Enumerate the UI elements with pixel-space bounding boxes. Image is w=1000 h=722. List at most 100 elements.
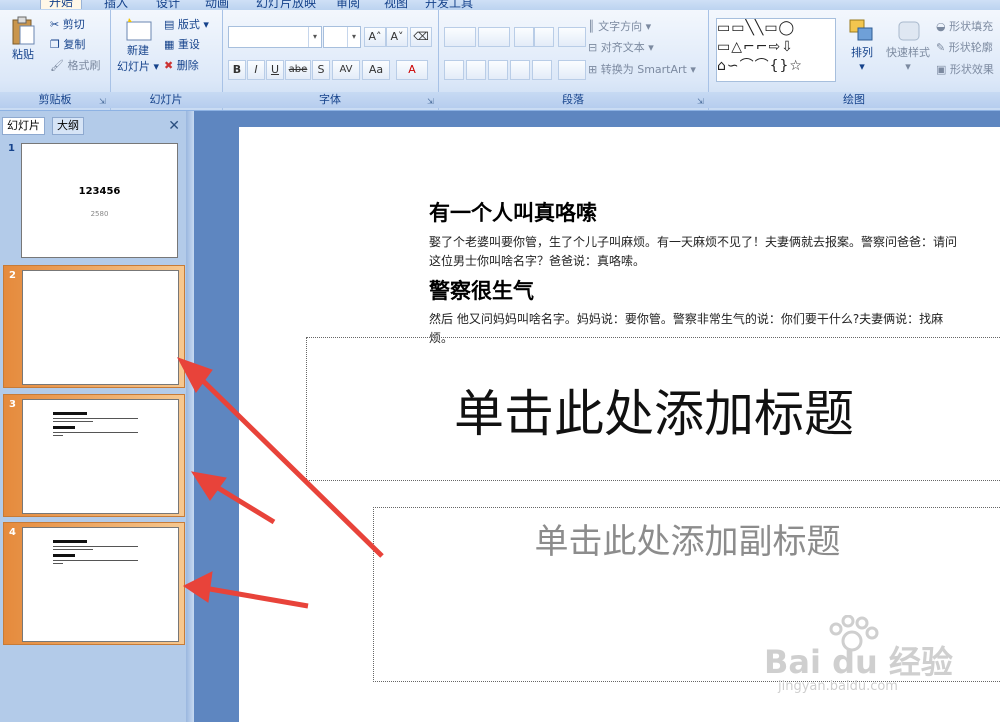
shapes-gallery[interactable]: ▭▭╲╲▭◯ ▭△⌐⌐⇨⇩ ⌂∽⌒⌒{}☆ (716, 18, 836, 82)
delete-slide-button[interactable]: ✖ 删除 (164, 57, 199, 73)
tab-home[interactable]: 开始 (40, 0, 83, 9)
italic-button[interactable]: I (247, 60, 265, 80)
slide-thumbnail-1[interactable]: 1 123456 2580 (3, 139, 183, 260)
font-size-combo[interactable]: ▾ (323, 26, 361, 48)
shape-fill-button[interactable]: ◒ 形状填充 (936, 18, 993, 34)
slide-heading-1[interactable]: 有一个人叫真咯嗦 (429, 197, 597, 227)
slide-thumbnail-2[interactable]: 2 (3, 265, 185, 388)
new-slide-label-line1: 新建 (127, 44, 149, 57)
smartart-icon: ⊞ (588, 63, 598, 76)
reset-label: 重设 (177, 38, 200, 51)
shape-fill-label: 形状填充 (949, 20, 994, 33)
thumbnail-text-line (53, 418, 138, 419)
panel-splitter[interactable] (186, 111, 194, 722)
text-direction-icon: ║ (588, 20, 595, 33)
drawing-group-label: 绘图 (708, 92, 1000, 108)
align-left-button[interactable] (444, 60, 464, 80)
shape-effects-button[interactable]: ▣ 形状效果 (936, 61, 994, 77)
slide-paragraph-1[interactable]: 娶了个老婆叫要你管，生了个儿子叫麻烦。有一天麻烦不见了！夫妻俩就去报案。警察问爸… (429, 233, 959, 271)
paragraph-launcher-icon[interactable]: ⇲ (697, 98, 705, 106)
chevron-down-icon[interactable]: ▾ (347, 27, 360, 47)
char-spacing-button[interactable]: AV (332, 60, 360, 80)
copy-button[interactable]: ❐ 复制 (50, 36, 85, 52)
layout-button[interactable]: ▤ 版式 ▾ (164, 16, 209, 32)
grow-font-button[interactable]: A˄ (364, 27, 386, 47)
thumbnail-text-line (53, 563, 63, 564)
justify-button[interactable] (510, 60, 530, 80)
slide-thumbnail-4[interactable]: 4 (3, 522, 185, 645)
thumbnail-text-line (53, 426, 75, 429)
bold-button[interactable]: B (228, 60, 246, 80)
font-color-button[interactable]: A (396, 60, 428, 80)
tab-review[interactable]: 审阅 (336, 0, 360, 10)
paragraph-group-label: 段落 (438, 92, 708, 108)
shadow-button[interactable]: S (312, 60, 330, 80)
clipboard-launcher-icon[interactable]: ⇲ (99, 98, 107, 106)
tab-view[interactable]: 视图 (384, 0, 408, 10)
baidu-watermark: Bai du 经验 jingyan.baidu.com (764, 615, 994, 705)
ribbon: 粘贴 ✂ 剪切 ❐ 复制 🖌 格式刷 剪贴板 ⇲ 新建 幻灯片 ▾ ▤ 版式 ▾… (0, 10, 1000, 111)
arrange-button[interactable]: 排列 ▾ (844, 18, 880, 73)
clipboard-group: 粘贴 ✂ 剪切 ❐ 复制 🖌 格式刷 剪贴板 ⇲ (0, 10, 111, 110)
cut-button[interactable]: ✂ 剪切 (50, 16, 85, 32)
bullets-button[interactable] (444, 27, 476, 47)
align-text-label: 对齐文本 (600, 41, 645, 54)
format-painter-button[interactable]: 🖌 格式刷 (50, 57, 100, 73)
columns-button[interactable] (558, 60, 586, 80)
title-placeholder[interactable]: 单击此处添加标题 (306, 337, 1000, 481)
shape-outline-button[interactable]: ✎ 形状轮廓 (936, 39, 993, 55)
font-group-label: 字体 (222, 92, 438, 108)
change-case-button[interactable]: Aa (362, 60, 390, 80)
slide-heading-2[interactable]: 警察很生气 (429, 275, 534, 305)
pencil-icon: ✎ (936, 41, 946, 54)
underline-button[interactable]: U (266, 60, 284, 80)
shrink-font-button[interactable]: A˅ (386, 27, 408, 47)
paint-bucket-icon: ◒ (936, 20, 946, 33)
tab-outline[interactable]: 大纲 (52, 117, 84, 135)
align-right-button[interactable] (488, 60, 508, 80)
paste-button[interactable]: 粘贴 (6, 16, 40, 62)
increase-indent-button[interactable] (534, 27, 554, 47)
distribute-button[interactable] (532, 60, 552, 80)
font-name-combo[interactable]: ▾ (228, 26, 322, 48)
thumbnail-text-line (53, 560, 138, 561)
tab-developer[interactable]: 开发工具 (425, 0, 473, 10)
clear-format-icon[interactable]: ⌫ (410, 27, 432, 47)
tab-design[interactable]: 设计 (156, 0, 180, 10)
arrange-label: 排列 (851, 46, 873, 59)
thumbnail-subtitle: 2580 (90, 210, 109, 218)
delete-label: 删除 (176, 59, 199, 72)
new-slide-button[interactable]: 新建 幻灯片 ▾ (114, 16, 162, 74)
title-placeholder-text: 单击此处添加标题 (454, 385, 854, 443)
align-text-button[interactable]: ⊟ 对齐文本 ▾ (588, 39, 654, 55)
strikethrough-button[interactable]: abe (285, 60, 311, 80)
decrease-indent-button[interactable] (514, 27, 534, 47)
smartart-button[interactable]: ⊞ 转换为 SmartArt ▾ (588, 61, 696, 77)
tab-animation[interactable]: 动画 (205, 0, 229, 10)
reset-button[interactable]: ▦ 重设 (164, 36, 200, 52)
text-direction-button[interactable]: ║ 文字方向 ▾ (588, 18, 651, 34)
thumbnail-canvas (22, 527, 179, 642)
tab-slideshow[interactable]: 幻灯片放映 (256, 0, 316, 10)
shapes-row-1: ▭▭╲╲▭◯ (717, 20, 796, 36)
slide-thumbnail-3[interactable]: 3 (3, 394, 185, 517)
font-launcher-icon[interactable]: ⇲ (427, 98, 435, 106)
close-icon[interactable]: ✕ (168, 118, 180, 134)
numbering-button[interactable] (478, 27, 510, 47)
thumbnail-text-line (53, 546, 138, 547)
paste-icon (12, 16, 35, 45)
cut-label: 剪切 (62, 18, 85, 31)
ribbon-tab-strip: 开始 插入 设计 动画 幻灯片放映 审阅 视图 开发工具 (0, 0, 1000, 10)
slide-number: 4 (9, 527, 16, 538)
line-spacing-button[interactable] (558, 27, 586, 47)
chevron-down-icon[interactable]: ▾ (308, 27, 321, 47)
tab-slides[interactable]: 幻灯片 (2, 117, 45, 135)
slide-number: 3 (9, 399, 16, 410)
align-text-icon: ⊟ (588, 41, 598, 54)
slides-group: 新建 幻灯片 ▾ ▤ 版式 ▾ ▦ 重设 ✖ 删除 幻灯片 (110, 10, 223, 110)
thumbnail-text-line (53, 412, 87, 415)
quick-styles-button[interactable]: 快速样式 ▾ (884, 18, 932, 73)
copy-label: 复制 (63, 38, 86, 51)
tab-insert[interactable]: 插入 (104, 0, 128, 10)
align-center-button[interactable] (466, 60, 486, 80)
